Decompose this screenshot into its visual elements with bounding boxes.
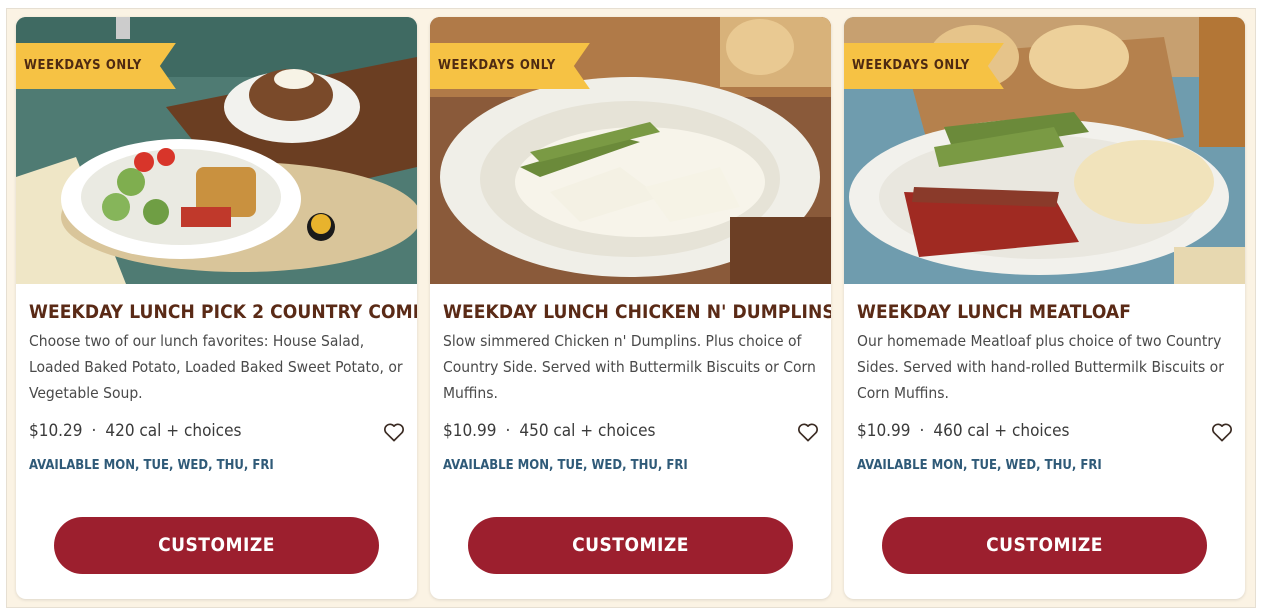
price-calories: $10.99 · 460 cal + choices bbox=[857, 421, 1069, 445]
menu-item-calories: 420 cal + choices bbox=[105, 421, 242, 441]
heart-outline-icon[interactable] bbox=[797, 422, 819, 442]
heart-outline-icon[interactable] bbox=[1211, 422, 1233, 442]
customize-button[interactable]: CUSTOMIZE bbox=[468, 517, 793, 574]
menu-item-calories: 450 cal + choices bbox=[519, 421, 656, 441]
menu-item-photo[interactable]: WEEKDAYS ONLY bbox=[844, 17, 1245, 284]
availability-days: AVAILABLE MON, TUE, WED, THU, FRI bbox=[29, 458, 274, 473]
menu-item-photo[interactable]: WEEKDAYS ONLY bbox=[430, 17, 831, 284]
menu-item-price: $10.99 bbox=[857, 421, 911, 441]
menu-item-description: Slow simmered Chicken n' Dumplins. Plus … bbox=[443, 332, 816, 402]
weekdays-only-badge: WEEKDAYS ONLY bbox=[16, 43, 176, 89]
weekdays-only-badge: WEEKDAYS ONLY bbox=[430, 43, 590, 89]
price-calories: $10.29 · 420 cal + choices bbox=[29, 421, 241, 445]
menu-item-calories: 460 cal + choices bbox=[933, 421, 1070, 441]
menu-item-title[interactable]: WEEKDAY LUNCH CHICKEN N' DUMPLINS bbox=[443, 301, 831, 323]
menu-card-pick-2-combos: WEEKDAYS ONLY WEEKDAY LUNCH PICK 2 COUNT… bbox=[16, 17, 417, 599]
availability-days: AVAILABLE MON, TUE, WED, THU, FRI bbox=[443, 458, 688, 473]
menu-item-price: $10.99 bbox=[443, 421, 497, 441]
customize-button[interactable]: CUSTOMIZE bbox=[882, 517, 1207, 574]
separator-dot: · bbox=[919, 421, 925, 441]
availability-days: AVAILABLE MON, TUE, WED, THU, FRI bbox=[857, 458, 1102, 473]
menu-card-chicken-dumplins: WEEKDAYS ONLY WEEKDAY LUNCH CHICKEN N' D… bbox=[430, 17, 831, 599]
customize-button[interactable]: CUSTOMIZE bbox=[54, 517, 379, 574]
menu-item-description: Choose two of our lunch favorites: House… bbox=[29, 332, 403, 402]
menu-item-title[interactable]: WEEKDAY LUNCH PICK 2 COUNTRY COMBOS bbox=[29, 301, 417, 323]
menu-item-price: $10.29 bbox=[29, 421, 83, 441]
menu-item-title[interactable]: WEEKDAY LUNCH MEATLOAF bbox=[857, 301, 1237, 323]
separator-dot: · bbox=[91, 421, 97, 441]
heart-outline-icon[interactable] bbox=[383, 422, 405, 442]
price-calories: $10.99 · 450 cal + choices bbox=[443, 421, 655, 445]
menu-card-meatloaf: WEEKDAYS ONLY WEEKDAY LUNCH MEATLOAF Our… bbox=[844, 17, 1245, 599]
weekdays-only-badge: WEEKDAYS ONLY bbox=[844, 43, 1004, 89]
menu-item-description: Our homemade Meatloaf plus choice of two… bbox=[857, 332, 1224, 402]
menu-item-photo[interactable]: WEEKDAYS ONLY bbox=[16, 17, 417, 284]
separator-dot: · bbox=[505, 421, 511, 441]
